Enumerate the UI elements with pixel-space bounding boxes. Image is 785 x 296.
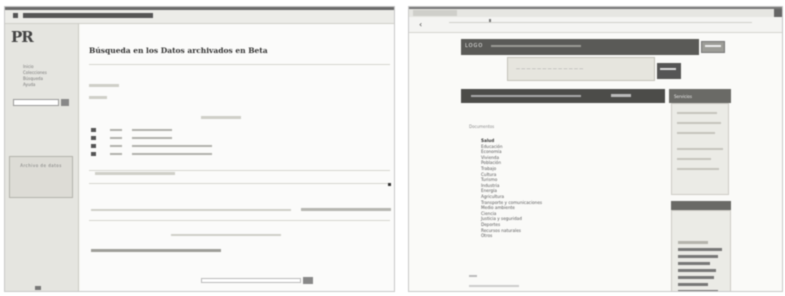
sidebar-link[interactable]	[678, 248, 722, 251]
site-brand[interactable]: LOGO	[465, 43, 483, 49]
sidebar-link[interactable]: Inicio	[23, 64, 34, 69]
sidebar-link[interactable]	[678, 283, 708, 286]
footer-mark	[469, 275, 477, 277]
right-browser-window: ‹ LOGO — — — — — — — — — — — — — Servici…	[408, 6, 783, 292]
sidebar-header: Servicios	[669, 89, 731, 103]
result-row[interactable]	[91, 151, 222, 156]
browser-tab[interactable]	[413, 10, 457, 16]
text-line	[89, 84, 119, 87]
content-heading: Documentos	[469, 124, 495, 129]
text-line	[89, 96, 107, 99]
sidebar-link[interactable]	[678, 241, 708, 244]
site-logo[interactable]: PR	[11, 28, 34, 46]
query-submit-button[interactable]	[303, 277, 313, 284]
sidebar-link[interactable]: Ayuda	[23, 82, 35, 87]
sidebar-search-button[interactable]	[61, 99, 69, 106]
address-bar[interactable]: ‹	[409, 17, 782, 33]
list-item[interactable]: Otros	[481, 233, 542, 239]
section-heading	[91, 249, 221, 252]
sidebar-box	[671, 103, 729, 195]
sidebar-link[interactable]: Búsqueda	[23, 76, 43, 81]
sidebar-search-input[interactable]	[13, 99, 59, 106]
back-arrow-icon[interactable]: ‹	[419, 20, 422, 29]
sidebar-link[interactable]	[678, 276, 714, 279]
sidebar-link-list	[671, 210, 731, 291]
site-header: LOGO	[461, 39, 699, 55]
ad-banner[interactable]: — — — — — — — — — — — — —	[507, 57, 655, 81]
category-list: Salud Educación Economía Vivienda Poblac…	[481, 138, 542, 239]
file-icon	[91, 152, 96, 156]
sidebar-link[interactable]	[678, 262, 710, 265]
text-line	[171, 234, 281, 236]
close-icon[interactable]	[774, 9, 782, 17]
tab-bar	[409, 9, 782, 17]
header-tagline	[491, 45, 581, 47]
url-text	[23, 13, 153, 18]
divider	[89, 64, 390, 65]
footer-text	[469, 285, 519, 287]
address-bar[interactable]	[5, 10, 394, 24]
sidebar-link[interactable]	[678, 269, 716, 272]
divider	[89, 220, 390, 221]
sidebar-link[interactable]: Colecciones	[23, 70, 47, 75]
sidebar-footer-mark	[35, 286, 41, 290]
query-input[interactable]	[201, 278, 301, 283]
result-row[interactable]	[91, 143, 222, 148]
result-row[interactable]	[91, 135, 182, 140]
divider	[89, 183, 390, 184]
file-icon	[91, 136, 96, 140]
header-badge[interactable]	[701, 41, 725, 53]
main-navigation-bar[interactable]	[461, 89, 665, 103]
page-icon	[13, 13, 18, 18]
result-row[interactable]	[91, 127, 182, 132]
sidebar-info-box: Archivo de datos	[9, 156, 73, 198]
left-browser-window: PR Inicio Colecciones Búsqueda Ayuda Arc…	[4, 6, 395, 292]
column-header	[201, 116, 241, 119]
text-line	[91, 209, 291, 211]
page-title: Búsqueda en los Datos archivados en Beta	[89, 46, 268, 55]
main-content: Búsqueda en los Datos archivados en Beta	[81, 24, 394, 291]
sidebar-link[interactable]	[678, 255, 718, 258]
sidebar-header-2	[671, 201, 731, 210]
text-line	[95, 172, 175, 175]
ad-text: — — — — — — — — — — — — —	[516, 66, 584, 71]
file-icon	[91, 128, 96, 132]
link-text[interactable]	[301, 208, 391, 211]
divider	[89, 170, 390, 171]
ad-button[interactable]	[657, 63, 681, 79]
sidebar-link[interactable]	[678, 290, 718, 291]
scroll-marker[interactable]	[388, 183, 391, 186]
file-icon	[91, 144, 96, 148]
url-field[interactable]	[449, 22, 752, 23]
left-sidebar: PR Inicio Colecciones Búsqueda Ayuda Arc…	[5, 24, 79, 291]
